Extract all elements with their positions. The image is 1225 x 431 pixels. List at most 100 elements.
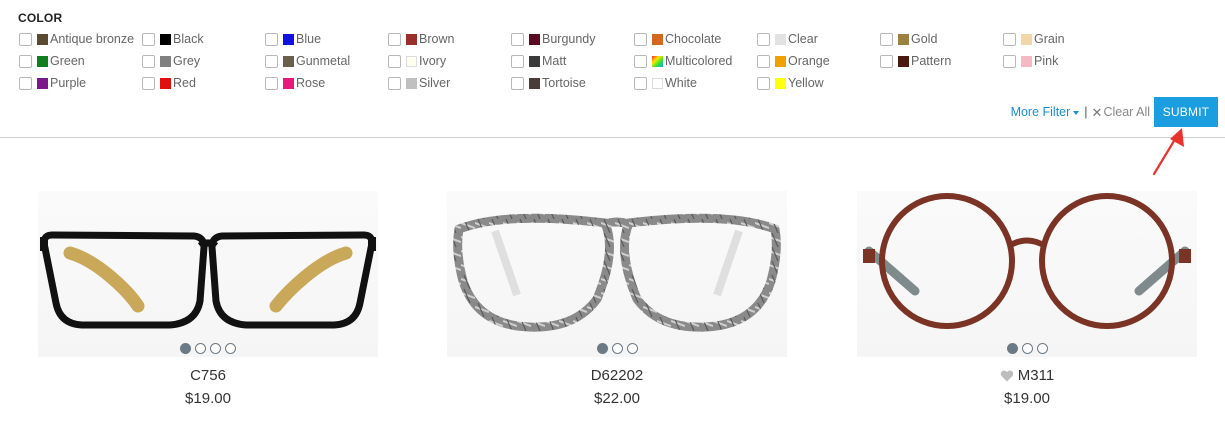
carousel-dot[interactable] bbox=[225, 343, 236, 354]
color-swatch bbox=[160, 33, 171, 45]
checkbox[interactable] bbox=[880, 54, 893, 68]
color-swatch bbox=[37, 55, 48, 67]
product-image[interactable] bbox=[857, 191, 1197, 357]
carousel-dot[interactable] bbox=[596, 343, 608, 354]
color-label: Gunmetal bbox=[296, 54, 351, 68]
checkbox[interactable] bbox=[757, 76, 770, 90]
color-option-chocolate[interactable]: Chocolate bbox=[634, 31, 721, 47]
color-label: Gold bbox=[911, 32, 938, 46]
color-option-ivory[interactable]: Ivory bbox=[388, 53, 446, 69]
color-option-grain[interactable]: Grain bbox=[1003, 31, 1065, 47]
color-label: Silver bbox=[419, 76, 451, 90]
color-option-pink[interactable]: Pink bbox=[1003, 53, 1058, 69]
carousel-dot[interactable] bbox=[626, 343, 638, 354]
checkbox[interactable] bbox=[1003, 54, 1016, 68]
color-option-rose[interactable]: Rose bbox=[265, 75, 325, 91]
checkbox[interactable] bbox=[634, 32, 647, 46]
checkbox[interactable] bbox=[388, 32, 401, 46]
checkbox[interactable] bbox=[19, 54, 32, 68]
more-filter-link[interactable]: More Filter bbox=[1011, 105, 1080, 119]
checkbox[interactable] bbox=[142, 76, 155, 90]
color-option-white[interactable]: White bbox=[634, 75, 697, 91]
color-option-antique-bronze[interactable]: Antique bronze bbox=[19, 31, 134, 47]
checkbox[interactable] bbox=[511, 32, 524, 46]
heart-icon[interactable] bbox=[1000, 370, 1014, 382]
product-name[interactable]: M311 bbox=[1018, 367, 1054, 384]
color-option-blue[interactable]: Blue bbox=[265, 31, 321, 47]
checkbox[interactable] bbox=[880, 32, 893, 46]
product-image[interactable] bbox=[38, 191, 378, 357]
color-option-multicolored[interactable]: Multicolored bbox=[634, 53, 732, 69]
color-label: Antique bronze bbox=[50, 32, 135, 46]
glasses-image-grey-round bbox=[453, 213, 781, 332]
image-carousel-dots bbox=[38, 343, 378, 354]
carousel-dot[interactable] bbox=[195, 343, 206, 354]
carousel-dot[interactable] bbox=[1036, 343, 1048, 354]
checkbox[interactable] bbox=[265, 76, 278, 90]
checkbox[interactable] bbox=[265, 32, 278, 46]
product-name-row: D62202 bbox=[447, 367, 787, 384]
checkbox[interactable] bbox=[142, 54, 155, 68]
color-label: Clear bbox=[788, 32, 818, 46]
color-option-purple[interactable]: Purple bbox=[19, 75, 86, 91]
color-option-orange[interactable]: Orange bbox=[757, 53, 830, 69]
color-label: Grey bbox=[173, 54, 201, 68]
color-swatch bbox=[529, 77, 540, 89]
color-option-black[interactable]: Black bbox=[142, 31, 204, 47]
color-option-red[interactable]: Red bbox=[142, 75, 196, 91]
color-swatch bbox=[652, 55, 663, 67]
clear-all-label: Clear All bbox=[1103, 105, 1150, 119]
color-label: Rose bbox=[296, 76, 326, 90]
checkbox[interactable] bbox=[511, 76, 524, 90]
color-option-pattern[interactable]: Pattern bbox=[880, 53, 951, 69]
color-option-silver[interactable]: Silver bbox=[388, 75, 450, 91]
carousel-dot[interactable] bbox=[1006, 343, 1018, 354]
color-option-tortoise[interactable]: Tortoise bbox=[511, 75, 586, 91]
checkbox[interactable] bbox=[142, 32, 155, 46]
carousel-dot[interactable] bbox=[210, 343, 221, 354]
carousel-dot[interactable] bbox=[180, 343, 191, 354]
checkbox[interactable] bbox=[511, 54, 524, 68]
color-swatch bbox=[898, 55, 909, 67]
color-swatch bbox=[775, 55, 786, 67]
checkbox[interactable] bbox=[757, 32, 770, 46]
color-option-green[interactable]: Green bbox=[19, 53, 85, 69]
product-card[interactable]: C756 $19.00 bbox=[38, 191, 378, 407]
product-image[interactable] bbox=[447, 191, 787, 357]
color-label: Chocolate bbox=[665, 32, 722, 46]
checkbox[interactable] bbox=[757, 54, 770, 68]
color-option-gunmetal[interactable]: Gunmetal bbox=[265, 53, 350, 69]
product-name[interactable]: D62202 bbox=[591, 367, 644, 384]
color-swatch bbox=[775, 33, 786, 45]
checkbox[interactable] bbox=[19, 32, 32, 46]
checkbox[interactable] bbox=[1003, 32, 1016, 46]
submit-button[interactable]: SUBMIT bbox=[1154, 97, 1218, 127]
color-option-grey[interactable]: Grey bbox=[142, 53, 200, 69]
color-label: Purple bbox=[50, 76, 87, 90]
checkbox[interactable] bbox=[19, 76, 32, 90]
carousel-dot[interactable] bbox=[1021, 343, 1033, 354]
color-swatch bbox=[406, 33, 417, 45]
color-label: Pink bbox=[1034, 54, 1059, 68]
checkbox[interactable] bbox=[265, 54, 278, 68]
color-swatch bbox=[529, 55, 540, 67]
color-swatch bbox=[406, 77, 417, 89]
color-option-burgundy[interactable]: Burgundy bbox=[511, 31, 596, 47]
checkbox[interactable] bbox=[634, 76, 647, 90]
product-card[interactable]: M311 $19.00 bbox=[857, 191, 1197, 407]
checkbox[interactable] bbox=[388, 54, 401, 68]
checkbox[interactable] bbox=[634, 54, 647, 68]
product-card[interactable]: D62202 $22.00 bbox=[447, 191, 787, 407]
color-option-yellow[interactable]: Yellow bbox=[757, 75, 824, 91]
close-icon: ✕ bbox=[1091, 104, 1103, 120]
color-option-brown[interactable]: Brown bbox=[388, 31, 454, 47]
carousel-dot[interactable] bbox=[611, 343, 623, 354]
color-option-clear[interactable]: Clear bbox=[757, 31, 818, 47]
color-option-gold[interactable]: Gold bbox=[880, 31, 937, 47]
color-label: Black bbox=[173, 32, 204, 46]
caret-down-icon bbox=[1073, 111, 1080, 115]
clear-all-link[interactable]: ✕ Clear All bbox=[1092, 105, 1150, 119]
checkbox[interactable] bbox=[388, 76, 401, 90]
color-option-matt[interactable]: Matt bbox=[511, 53, 566, 69]
product-name[interactable]: C756 bbox=[190, 367, 226, 384]
